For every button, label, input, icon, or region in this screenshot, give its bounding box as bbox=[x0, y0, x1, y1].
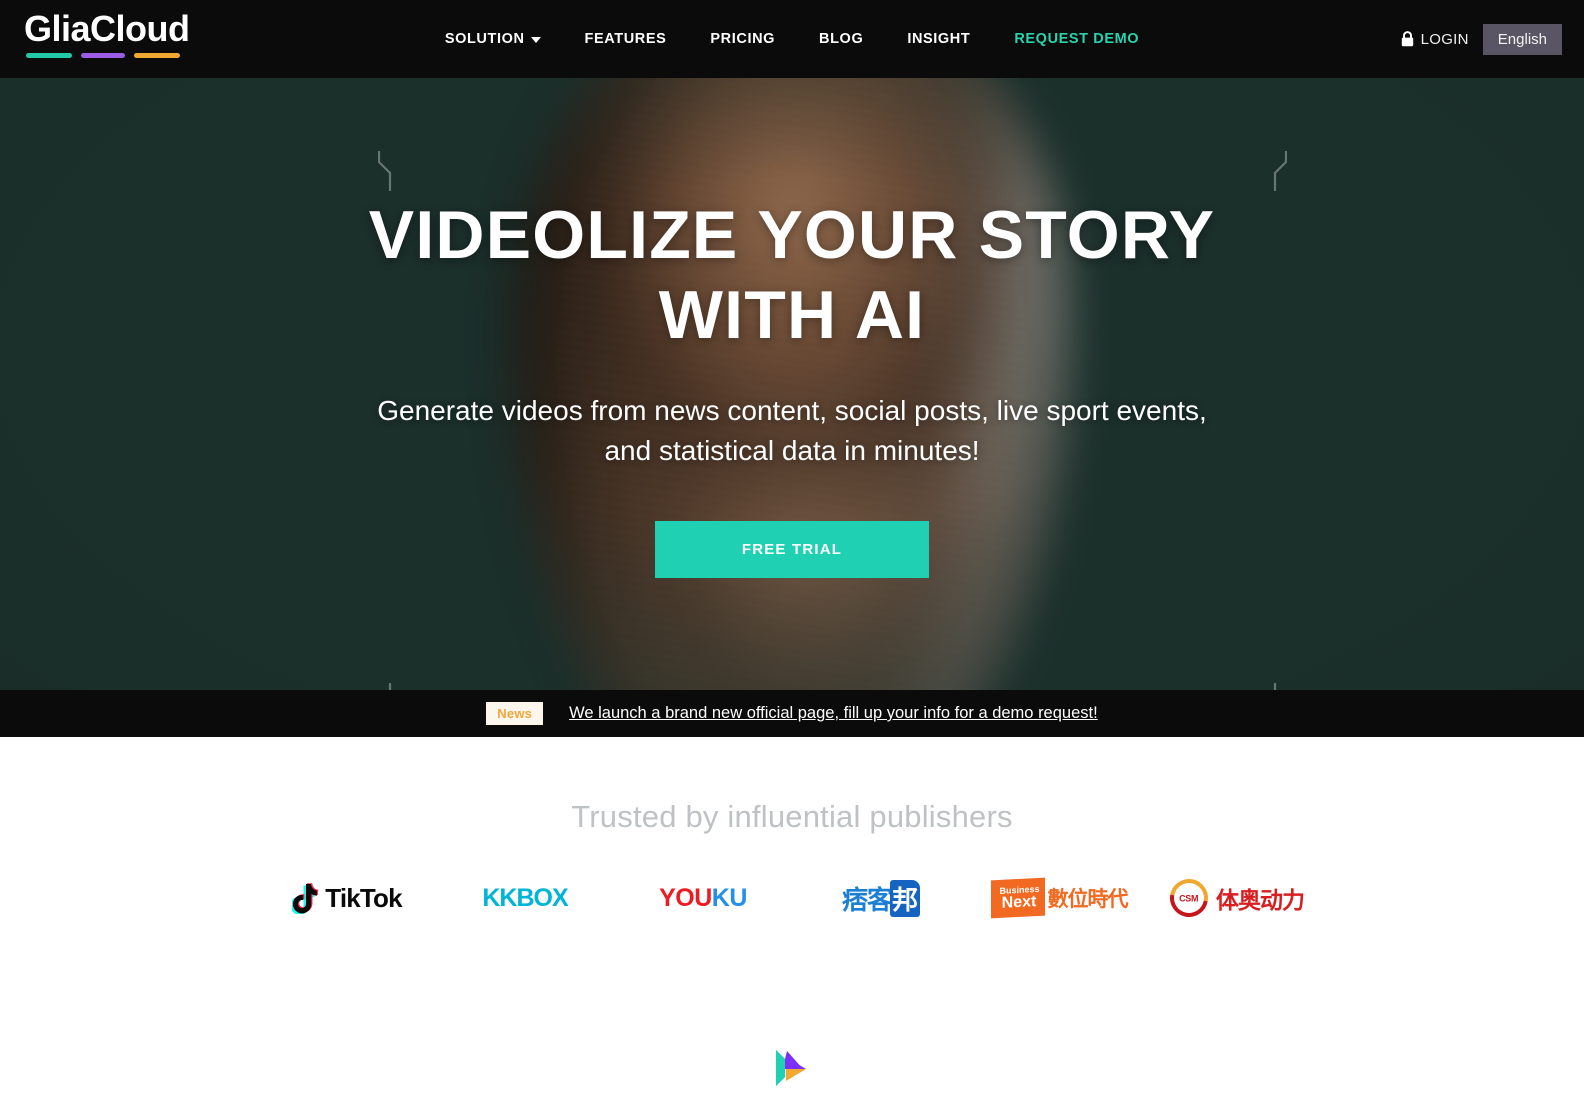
brand-bar-orange bbox=[134, 52, 180, 58]
hero-headline: VIDEOLIZE YOUR STORY WITH AI bbox=[0, 196, 1584, 355]
news-announcement-bar: News We launch a brand new official page… bbox=[0, 690, 1584, 737]
youku-wordmark-blue: KU bbox=[711, 883, 748, 912]
nav-item-pricing[interactable]: PRICING bbox=[688, 31, 797, 47]
brand-bar-purple bbox=[81, 52, 125, 58]
nav-item-solution-label: SOLUTION bbox=[444, 31, 525, 47]
nav-item-blog-label: BLOG bbox=[819, 31, 864, 47]
kkbox-wordmark: KKBOX bbox=[482, 883, 568, 912]
primary-nav: SOLUTION FEATURES PRICING BLOG INSIGHT R… bbox=[0, 31, 1584, 47]
nav-item-request-demo[interactable]: REQUEST DEMO bbox=[992, 31, 1161, 47]
play-logo-icon bbox=[776, 1050, 806, 1086]
nav-item-blog[interactable]: BLOG bbox=[797, 31, 885, 47]
pixnet-wordmark: 痞客 bbox=[841, 884, 893, 915]
news-announcement-link[interactable]: We launch a brand new official page, fil… bbox=[569, 704, 1098, 723]
lock-icon bbox=[1401, 31, 1413, 47]
nav-item-pricing-label: PRICING bbox=[710, 31, 776, 47]
trusted-publishers-title: Trusted by influential publishers bbox=[571, 799, 1013, 834]
chevron-down-icon bbox=[530, 37, 541, 43]
login-link[interactable]: LOGIN bbox=[1401, 31, 1469, 48]
publisher-logo-tiktok[interactable]: TikTok bbox=[258, 875, 436, 921]
youku-wordmark-red: YOU bbox=[659, 883, 712, 912]
nav-item-insight-label: INSIGHT bbox=[907, 31, 971, 47]
csm-mark-icon: CSM bbox=[1162, 871, 1216, 925]
tiktok-note-icon bbox=[292, 883, 319, 914]
nav-item-insight[interactable]: INSIGHT bbox=[885, 31, 992, 47]
publisher-logo-youku[interactable]: YOUKU bbox=[614, 875, 792, 921]
business-next-mark: Business Next bbox=[990, 877, 1045, 919]
language-selector[interactable]: English bbox=[1482, 23, 1562, 55]
news-badge: News bbox=[486, 702, 544, 725]
hero-section: VIDEOLIZE YOUR STORY WITH AI Generate vi… bbox=[0, 78, 1584, 690]
nav-item-features[interactable]: FEATURES bbox=[563, 31, 689, 47]
nav-item-features-label: FEATURES bbox=[584, 31, 667, 47]
free-trial-button[interactable]: FREE TRIAL bbox=[655, 520, 929, 578]
trusted-publishers-section: Trusted by influential publishers TikTok… bbox=[0, 737, 1584, 925]
brand-bar-teal bbox=[26, 52, 72, 58]
business-next-chinese-wordmark: 數位時代 bbox=[1047, 888, 1129, 911]
publisher-logo-row: TikTok KKBOX YOUKU 痞客邦 Business Next 數位時… bbox=[0, 871, 1584, 925]
hero-headline-line-2: WITH AI bbox=[658, 276, 926, 353]
publisher-logo-pixnet[interactable]: 痞客邦 bbox=[792, 875, 970, 921]
nav-item-request-demo-label: REQUEST DEMO bbox=[1014, 31, 1140, 47]
nav-item-solution[interactable]: SOLUTION bbox=[423, 31, 563, 47]
publisher-logo-business-next[interactable]: Business Next 數位時代 bbox=[970, 875, 1148, 921]
nav-right-group: LOGIN English bbox=[1401, 23, 1562, 55]
csm-mark-label: CSM bbox=[1179, 893, 1199, 904]
business-next-big-word: Next bbox=[1001, 892, 1036, 912]
brand-accent-bars bbox=[24, 52, 190, 58]
csm-chinese-wordmark: 体奥动力 bbox=[1216, 887, 1305, 913]
hero-headline-line-1: VIDEOLIZE YOUR STORY bbox=[368, 197, 1216, 273]
top-navigation-bar: GliaCloud SOLUTION FEATURES PRICING BLOG… bbox=[0, 0, 1584, 78]
hero-subheadline-line-2: and statistical data in minutes! bbox=[604, 434, 980, 466]
footer-logo-wrap bbox=[0, 1048, 1584, 1088]
pixnet-wordmark-chip: 邦 bbox=[890, 879, 921, 917]
hero-subheadline: Generate videos from news content, socia… bbox=[0, 391, 1584, 471]
publisher-logo-csm[interactable]: CSM 体奥动力 bbox=[1148, 871, 1326, 925]
login-label: LOGIN bbox=[1420, 30, 1469, 48]
hero-subheadline-line-1: Generate videos from news content, socia… bbox=[377, 395, 1207, 427]
tiktok-wordmark: TikTok bbox=[325, 882, 402, 913]
publisher-logo-kkbox[interactable]: KKBOX bbox=[436, 875, 614, 921]
